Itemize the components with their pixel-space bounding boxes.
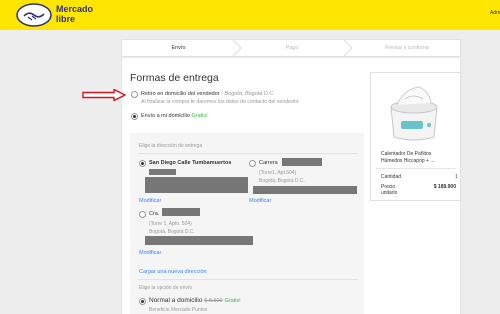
- address-2-city: Bogotá, Bogotá D.C.: [259, 178, 305, 184]
- quantity-label: Cantidad: [381, 174, 402, 180]
- address-section-title: Elige la dirección de entrega: [139, 143, 203, 149]
- shipping-normal-option[interactable]: Normal a domicilio $ 8.500 Gratis!: [149, 297, 241, 304]
- shipping-normal-label: Normal a domicilio: [149, 297, 203, 304]
- address-1-radio[interactable]: [139, 160, 146, 167]
- load-new-address-link[interactable]: Cargar una nueva dirección: [139, 269, 207, 275]
- home-delivery-option[interactable]: Envío a mi domicilio Gratis!: [141, 113, 208, 119]
- logo-line2: libre: [56, 14, 76, 24]
- address-3-radio[interactable]: [139, 211, 146, 218]
- address-2-modify-link[interactable]: Modificar: [249, 198, 271, 204]
- address-2-name[interactable]: Carrera: [259, 160, 278, 166]
- divider: [376, 168, 456, 169]
- step-envio: Envío: [171, 45, 186, 51]
- pickup-location: - Bogotá, Bogotá D.C.: [221, 91, 275, 97]
- logo-text: Mercado libre: [56, 4, 93, 24]
- address-3-name[interactable]: Cra.: [149, 211, 159, 217]
- annotation-arrow-icon: [82, 89, 126, 101]
- redacted-block: [282, 158, 322, 166]
- user-menu-link[interactable]: Admin: [490, 10, 500, 16]
- address-3-city: Bogotá, Bogotá D.C.: [149, 229, 195, 235]
- price-value: $ 189.900: [433, 184, 456, 190]
- step-separator-icon: [233, 40, 241, 56]
- price-label-line2: unitario: [381, 190, 398, 196]
- free-badge: Gratis!: [224, 298, 241, 304]
- step-separator-icon: [344, 40, 352, 56]
- redacted-block: [253, 186, 357, 194]
- address-3-modify-link[interactable]: Modificar: [139, 250, 161, 256]
- pickup-note: Al finalizar la compra te daremos los da…: [141, 99, 300, 105]
- divider: [138, 279, 358, 280]
- checkout-steps: Envío Pago Revisa y confirma: [121, 39, 461, 57]
- home-delivery-radio[interactable]: [131, 113, 138, 120]
- redacted-block: [149, 169, 176, 175]
- product-name-line2[interactable]: Húmedos Hiccapop + ...: [381, 158, 435, 164]
- redacted-block: [145, 236, 253, 245]
- benefit-text: Beneficio Mercado Puntos: [149, 307, 208, 313]
- product-image-icon[interactable]: [379, 77, 449, 147]
- address-2-detail: (Torre1, Apt.504): [259, 170, 297, 176]
- redacted-block: [145, 177, 248, 193]
- old-price: $ 8.500: [204, 298, 223, 304]
- address-3-detail: (Torre 1, Apto. 504): [149, 221, 192, 227]
- quantity-value: 1: [455, 174, 458, 180]
- pickup-radio[interactable]: [131, 91, 138, 98]
- step-pago: Pago: [285, 45, 299, 51]
- home-delivery-label: Envío a mi domicilio: [141, 113, 190, 119]
- divider: [138, 153, 358, 154]
- shipping-section-title: Elige la opción de envío: [139, 285, 193, 291]
- address-2-radio[interactable]: [249, 160, 256, 167]
- shipping-normal-radio[interactable]: [139, 298, 146, 305]
- logo-line1: Mercado: [56, 4, 94, 14]
- address-1-modify-link[interactable]: Modificar: [139, 198, 161, 204]
- step-revisa: Revisa y confirma: [385, 45, 429, 51]
- free-badge: Gratis!: [191, 113, 208, 119]
- mercadolibre-logo-icon[interactable]: [16, 3, 52, 27]
- page-title: Formas de entrega: [130, 72, 219, 84]
- pickup-label: Retiro en domicilio del vendedor: [141, 91, 220, 97]
- product-name-line1[interactable]: Calentador De Pañitos: [381, 151, 431, 157]
- redacted-block: [162, 208, 200, 216]
- pickup-option[interactable]: Retiro en domicilio del vendedor - Bogot…: [141, 91, 275, 97]
- address-1-name[interactable]: San Diego Calle Tumbamuertos: [149, 160, 231, 166]
